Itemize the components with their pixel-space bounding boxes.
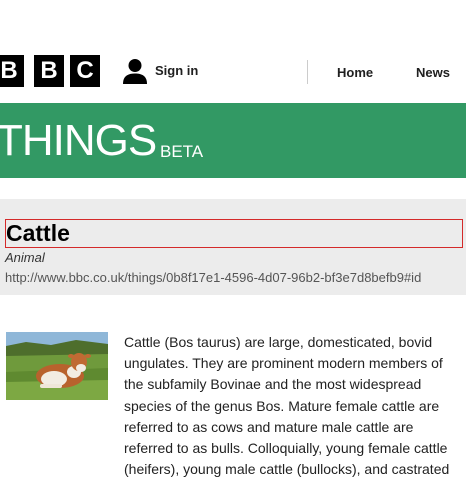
site-header: B B C Sign in Home News xyxy=(0,0,466,103)
thing-uri: http://www.bbc.co.uk/things/0b8f17e1-459… xyxy=(5,270,422,285)
nav-divider xyxy=(307,60,308,84)
nav-home-link[interactable]: Home xyxy=(337,65,373,80)
bbc-logo-letter-b[interactable]: B xyxy=(0,55,24,87)
beta-badge: BETA xyxy=(160,142,204,161)
thing-title: Cattle xyxy=(6,220,70,246)
sign-in-link[interactable]: Sign in xyxy=(155,63,198,78)
thing-description: Cattle (Bos taurus) are large, domestica… xyxy=(124,334,450,478)
thing-type: Animal xyxy=(5,250,45,265)
bbc-logo-letter-b[interactable]: B xyxy=(34,55,64,87)
user-icon[interactable] xyxy=(122,58,148,84)
cow-photo-icon xyxy=(6,332,108,400)
title-focus-outline xyxy=(5,219,463,248)
nav-news-link[interactable]: News xyxy=(416,65,450,80)
bbc-logo-letter-c[interactable]: C xyxy=(70,55,100,87)
banner-title[interactable]: THINGS xyxy=(0,116,157,166)
